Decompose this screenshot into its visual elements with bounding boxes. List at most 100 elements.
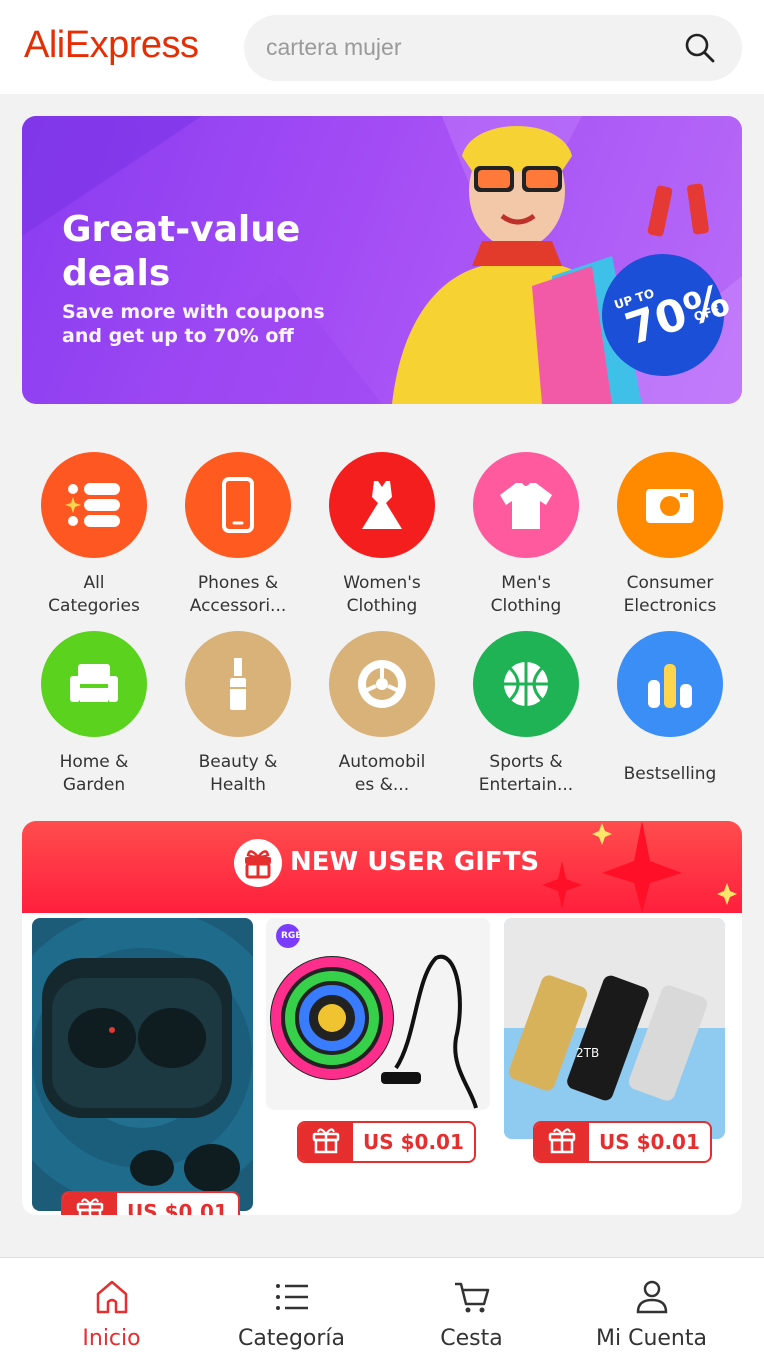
nav-label: Categoría (237, 1326, 346, 1351)
category-label: Men's Clothing (454, 572, 598, 618)
nav-item-categoria[interactable]: Categoría (196, 1258, 387, 1358)
category-label-line1: Women's (343, 573, 421, 593)
camera-icon (646, 489, 694, 523)
category-circle (617, 452, 723, 558)
category-label-line1: Consumer (626, 573, 714, 593)
price-gift-box (535, 1123, 589, 1161)
dress-icon (362, 481, 402, 529)
search-icon[interactable] (684, 32, 716, 64)
price-gift-box (63, 1193, 117, 1215)
category-label-line1: Bestselling (623, 764, 717, 784)
price-text: US $0.01 (363, 1130, 464, 1154)
category-phones[interactable]: Phones & Accessori... (166, 452, 310, 618)
price-text: US $0.01 (599, 1130, 700, 1154)
category-label-line2: Accessori... (189, 596, 287, 616)
sparkle-decoration (542, 821, 737, 913)
category-circle (473, 452, 579, 558)
category-bestselling[interactable]: Bestselling (598, 631, 742, 786)
bar-chart-icon (648, 664, 692, 708)
banner-subtitle-line2: and get up to 70% off (62, 325, 294, 347)
category-mens-clothing[interactable]: Men's Clothing (454, 452, 598, 618)
price-tag: US $0.01 (61, 1191, 240, 1215)
basketball-icon (504, 662, 548, 706)
tshirt-icon (500, 483, 552, 529)
phone-icon (222, 477, 254, 533)
category-label-line1: Phones & (197, 573, 279, 593)
bottom-navigation: Inicio Categoría Cesta Mi Cuenta (0, 1257, 764, 1358)
category-label-line2: Health (210, 775, 266, 795)
category-label-line1: All (83, 573, 105, 593)
nav-label: Inicio (82, 1326, 141, 1351)
category-label: Consumer Electronics (598, 572, 742, 618)
search-input[interactable]: cartera mujer (266, 34, 401, 61)
product-card-earbuds[interactable] (32, 918, 253, 1211)
category-all-categories[interactable]: All Categories (22, 452, 166, 618)
cart-icon (455, 1282, 490, 1313)
rgb-badge: RGB (281, 931, 303, 941)
wheel-icon (358, 660, 406, 708)
gift-badge (234, 839, 282, 887)
category-label-line1: Men's (501, 573, 551, 593)
product-card-led-strip[interactable]: RGB (266, 918, 490, 1110)
aliexpress-logo[interactable]: AliExpress (24, 24, 199, 67)
category-home-garden[interactable]: Home & Garden (22, 631, 166, 797)
top-header: AliExpress cartera mujer (0, 0, 764, 94)
price-text: US $0.01 (127, 1200, 228, 1215)
category-automobiles[interactable]: Automobil es &... (310, 631, 454, 797)
category-label-line1: Automobil (338, 752, 426, 772)
category-circle (473, 631, 579, 737)
category-label-line2: Clothing (346, 596, 418, 616)
shopping-woman-image (392, 126, 642, 404)
gift-icon (76, 1198, 104, 1215)
nav-item-cesta[interactable]: Cesta (376, 1258, 567, 1358)
category-label-line1: Beauty & (198, 752, 278, 772)
home-icon (96, 1280, 128, 1314)
banner-subtitle-line1: Save more with coupons (62, 301, 325, 323)
user-icon (636, 1280, 668, 1314)
lipstick-icon (230, 658, 246, 710)
usb-drive-image (504, 918, 725, 1139)
gifts-title: NEW USER GIFTS (290, 847, 540, 877)
category-circle (41, 452, 147, 558)
category-circle (617, 631, 723, 737)
category-circle (185, 631, 291, 737)
category-consumer-electronics[interactable]: Consumer Electronics (598, 452, 742, 618)
new-user-gifts-section[interactable]: NEW USER GIFTS US $0.01 RGB US $0.01 2TB… (22, 821, 742, 1215)
search-bar[interactable]: cartera mujer (244, 15, 742, 81)
led-strip-image (270, 924, 478, 1109)
drive-label: 2TB (576, 1046, 600, 1060)
banner-title: Great-value deals (62, 208, 300, 296)
earbuds-image (32, 918, 253, 1208)
product-card-usb-drive[interactable]: 2TB (504, 918, 725, 1139)
banner-title-line2: deals (62, 253, 171, 294)
nav-label: Mi Cuenta (596, 1326, 707, 1351)
category-label-line1: Sports & (489, 752, 563, 772)
price-gift-box (299, 1123, 353, 1161)
promo-banner[interactable]: Great-value deals Save more with coupons… (22, 116, 742, 404)
category-label: Phones & Accessori... (166, 572, 310, 618)
category-circle (329, 631, 435, 737)
nav-item-mi-cuenta[interactable]: Mi Cuenta (556, 1258, 747, 1358)
category-label: Automobil es &... (310, 751, 454, 797)
gift-icon (548, 1128, 576, 1154)
price-tag: US $0.01 (297, 1121, 476, 1163)
price-tag: US $0.01 (533, 1121, 712, 1163)
category-label-line2: Garden (62, 775, 126, 795)
category-label: Women's Clothing (310, 572, 454, 618)
category-circle (185, 452, 291, 558)
category-label: Home & Garden (22, 751, 166, 797)
category-label-line2: Categories (48, 596, 140, 616)
category-label-line2: Entertain... (478, 775, 574, 795)
category-label-line2: Clothing (490, 596, 562, 616)
nav-item-inicio[interactable]: Inicio (16, 1258, 207, 1358)
category-label: Beauty & Health (166, 751, 310, 797)
list-icon (276, 1284, 308, 1310)
category-label: Bestselling (598, 763, 742, 786)
category-sports[interactable]: Sports & Entertain... (454, 631, 598, 797)
category-circle (41, 631, 147, 737)
category-label-line2: es &... (354, 775, 410, 795)
armchair-icon (70, 664, 118, 702)
category-beauty-health[interactable]: Beauty & Health (166, 631, 310, 797)
category-womens-clothing[interactable]: Women's Clothing (310, 452, 454, 618)
category-label: Sports & Entertain... (454, 751, 598, 797)
